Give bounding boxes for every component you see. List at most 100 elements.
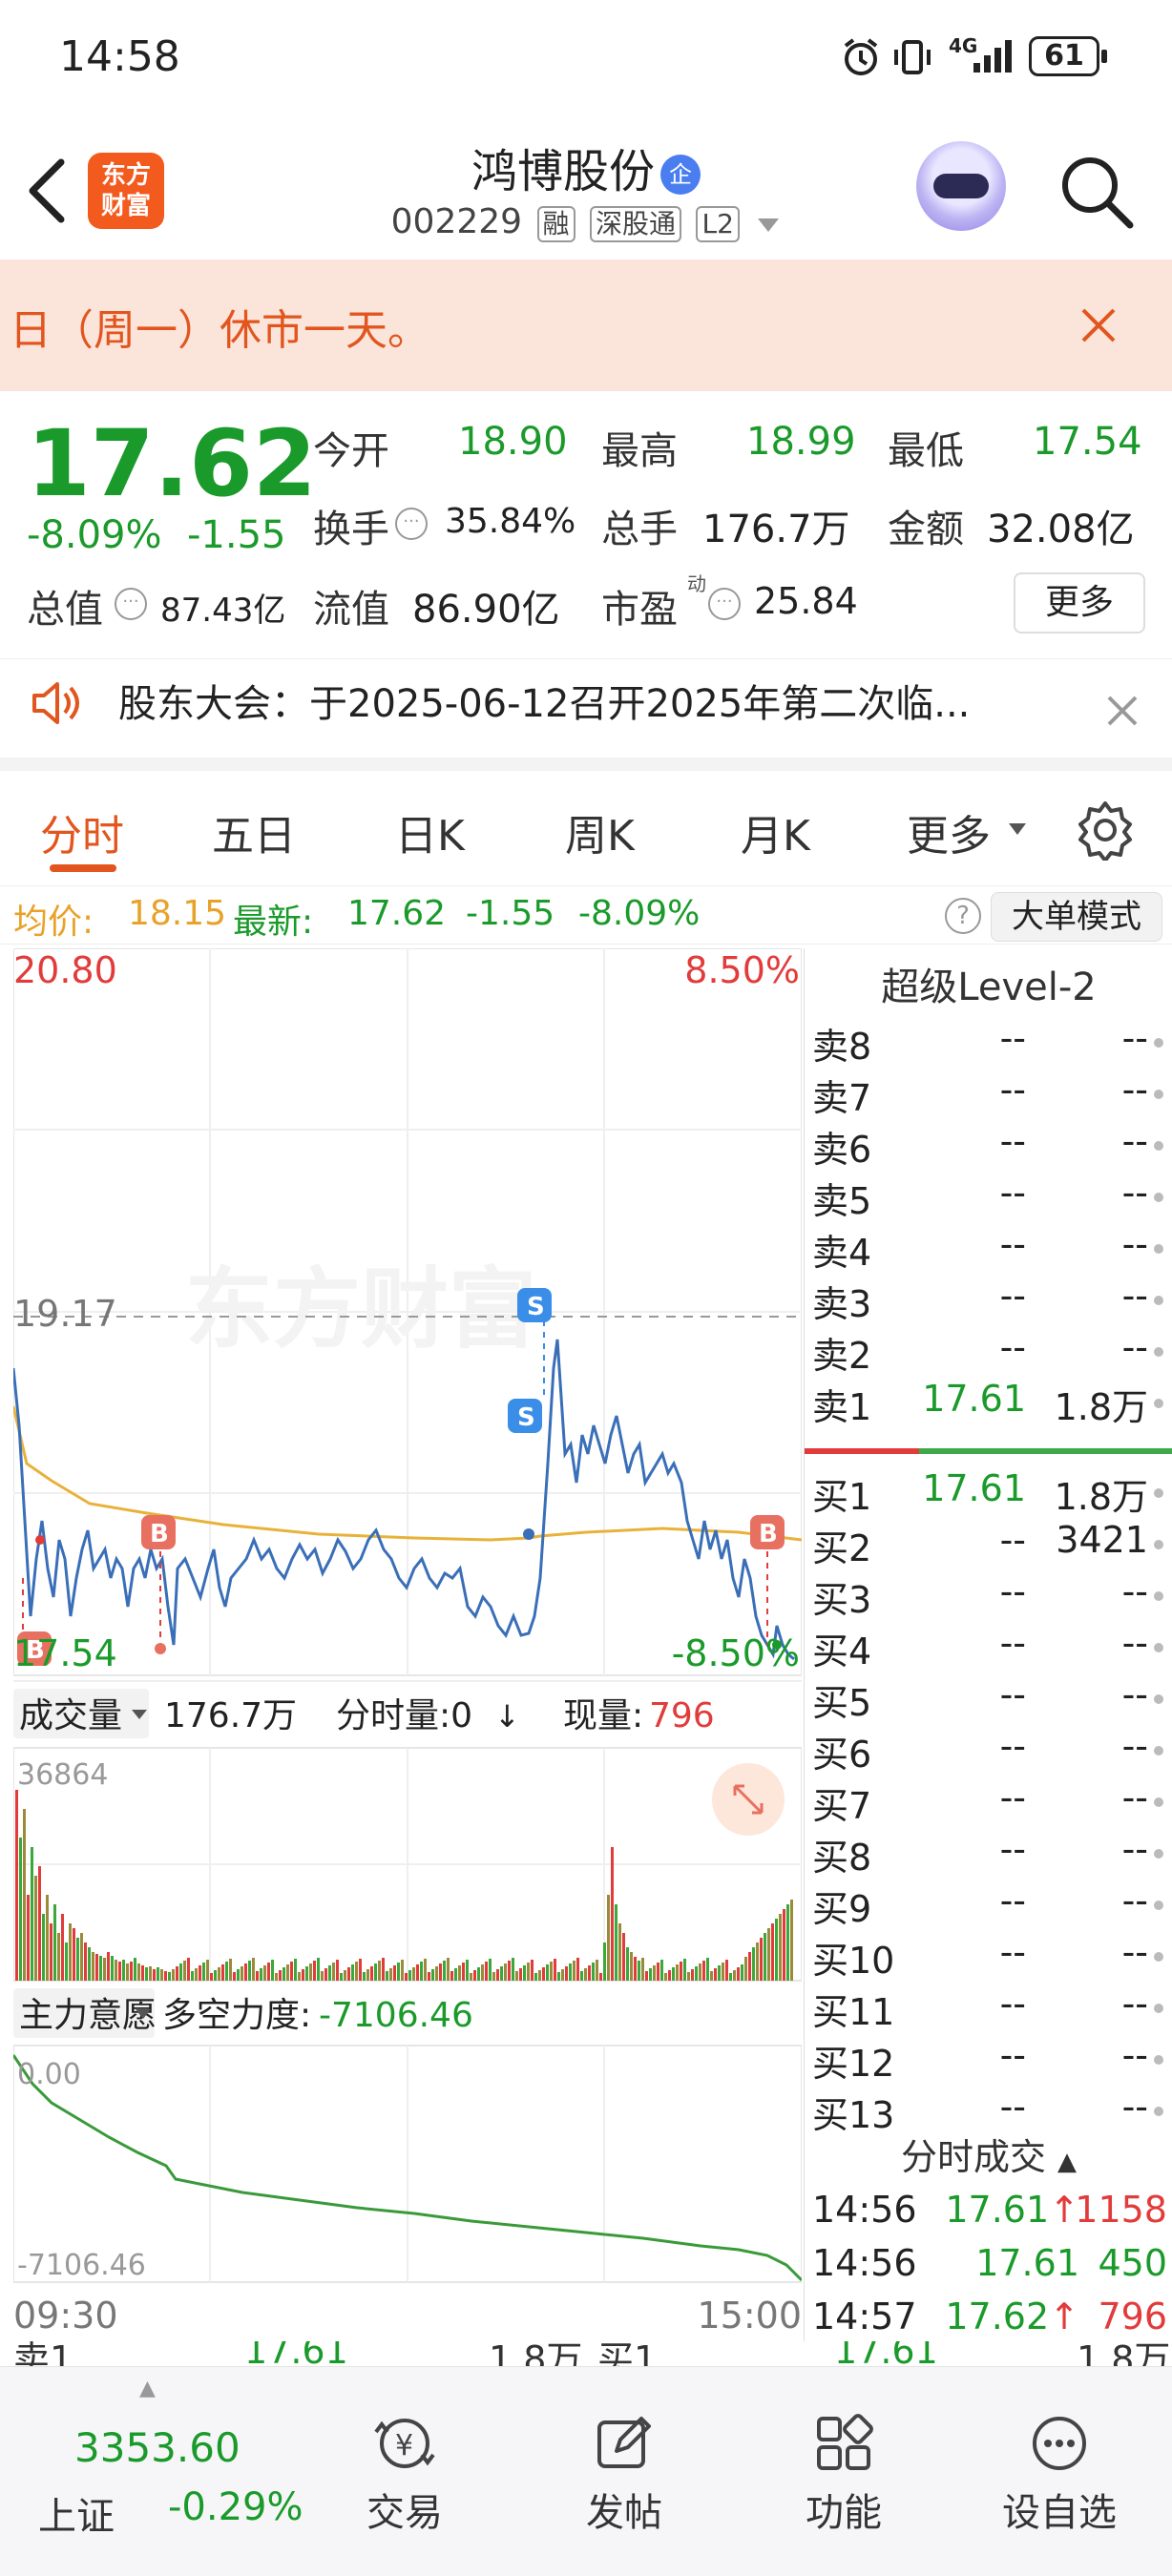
nav-post[interactable]: 发帖: [548, 2413, 701, 2537]
bid-volume: 3421: [1056, 1519, 1148, 1561]
volume-bar: [157, 1967, 159, 1981]
volume-bar: [321, 1971, 324, 1981]
volume-bar: [38, 1866, 41, 1981]
indicator-dot: [1154, 1090, 1163, 1099]
tab-five-day[interactable]: 五日: [212, 801, 296, 862]
volume-bar: [660, 1960, 663, 1981]
volume-bar: [286, 1964, 289, 1981]
volume-bar: [248, 1961, 251, 1981]
ask-volume: --: [1121, 1120, 1148, 1162]
indicator-dot: [1154, 2055, 1163, 2065]
nav-trade[interactable]: ¥ 交易: [328, 2413, 481, 2537]
order-book-panel[interactable]: 超级Level-2 卖8 -- -- 卖7 -- -- 卖6 -- -- 卖5 -- -- 卖4 -- --…: [804, 948, 1172, 2341]
intraday-chart-svg[interactable]: 东方财富 B B S S B 20.80 8.50% 19.17 17.54 -…: [13, 948, 802, 2341]
nav-add-watchlist[interactable]: 设自选: [983, 2413, 1136, 2537]
level2-title[interactable]: 超级Level-2: [805, 956, 1172, 1011]
volume-bar: [744, 1957, 747, 1981]
flow-selector[interactable]: 主力意愿: [19, 1996, 157, 2035]
volume-bar: [657, 1963, 659, 1981]
ticks-title[interactable]: 分时成交 ▲: [805, 2128, 1172, 2180]
dropdown-triangle-icon[interactable]: [1008, 822, 1027, 836]
info-icon[interactable]: ···: [708, 588, 741, 620]
volume-bar: [370, 1966, 373, 1981]
volume-bar: [435, 1966, 438, 1981]
volume-bar: [412, 1967, 415, 1981]
info-icon[interactable]: ···: [115, 588, 147, 620]
volume-bar: [546, 1964, 549, 1981]
holiday-notice-banner[interactable]: 日（周一）休市一天。: [0, 260, 1172, 391]
pe-superscript: 动: [687, 572, 706, 595]
bid-volume: --: [1121, 2086, 1148, 2128]
volume-bar: [195, 1968, 198, 1981]
volume-bar: [290, 1962, 293, 1981]
buy-marker-b3[interactable]: B: [750, 1515, 785, 1549]
volume-bar: [401, 1960, 404, 1981]
volume-bar: [485, 1962, 488, 1981]
tab-weekly-k[interactable]: 周K: [565, 801, 635, 862]
volume-bar: [477, 1967, 480, 1981]
volume-bar: [382, 1958, 385, 1981]
nav-functions[interactable]: 功能: [767, 2413, 920, 2537]
ask-bid-divider: [805, 1448, 919, 1454]
assistant-robot-avatar[interactable]: [916, 141, 1006, 231]
volume-bar: [233, 1972, 236, 1981]
volume-bar: [145, 1967, 148, 1981]
volume-bar: [466, 1960, 469, 1981]
buy-marker-b2[interactable]: B: [141, 1515, 176, 1549]
volume-bar: [153, 1969, 156, 1981]
volume-bar: [504, 1963, 507, 1981]
volume-bar: [737, 1967, 740, 1981]
volume-bar: [454, 1968, 457, 1981]
ask-bid-divider: [919, 1448, 1172, 1454]
volume-bar: [638, 1961, 640, 1981]
search-icon[interactable]: [1057, 153, 1136, 231]
volume-bar: [374, 1963, 377, 1981]
volume-bar: [355, 1962, 358, 1981]
big-order-mode-button[interactable]: 大单模式: [991, 892, 1162, 942]
volume-bar: [57, 1933, 60, 1981]
volume-bar: [683, 1959, 686, 1981]
tick-volume: 450: [1098, 2242, 1167, 2284]
announcement-bar[interactable]: 股东大会：于2025-06-12召开2025年第二次临...: [0, 658, 1172, 771]
chart-tabs: 分时 五日 日K 周K 月K 更多: [0, 771, 1172, 885]
bid-level-label: 买9: [812, 1888, 872, 1930]
ask-level-label: 卖5: [812, 1180, 872, 1222]
price-dot: [155, 1643, 166, 1654]
volume-bar: [722, 1963, 724, 1981]
volume-bar: [183, 1961, 186, 1981]
volume-bar: [172, 1969, 175, 1981]
last-price: 17.62: [27, 410, 317, 517]
tab-monthly-k[interactable]: 月K: [741, 801, 810, 862]
notice-text: 日（周一）休市一天。: [10, 306, 429, 355]
volume-bar: [214, 1970, 217, 1981]
indicator-dot: [1154, 1347, 1163, 1357]
volume-bar: [443, 1961, 446, 1981]
tag-margin: 融: [536, 206, 576, 242]
volume-bar: [668, 1970, 671, 1981]
help-icon[interactable]: ?: [945, 898, 981, 934]
settings-gear-icon[interactable]: [1075, 800, 1136, 861]
intraday-chart-area[interactable]: 东方财富 B B S S B 20.80 8.50% 19.17 17.54 -…: [13, 948, 802, 2341]
volume-bar: [27, 1895, 30, 1981]
indicator-dot: [1154, 1643, 1163, 1652]
tab-daily-k[interactable]: 日K: [395, 801, 465, 862]
bid-volume: --: [1121, 1880, 1148, 1922]
chevron-down-icon[interactable]: [756, 204, 781, 243]
low-label: 最低: [888, 429, 964, 473]
close-icon[interactable]: [1078, 305, 1119, 345]
latest-price-label: 最新:: [233, 903, 314, 942]
index-change: -0.29%: [168, 2485, 303, 2529]
volume-selector[interactable]: 成交量: [19, 1696, 122, 1735]
volume-bar: [500, 1966, 503, 1981]
more-quote-button[interactable]: 更多: [1014, 572, 1145, 634]
info-icon[interactable]: ···: [395, 508, 428, 540]
volume-bar: [710, 1971, 713, 1981]
close-icon[interactable]: [1105, 694, 1140, 728]
sell-marker-s2[interactable]: S: [508, 1399, 542, 1433]
volume-bar: [630, 1952, 633, 1981]
tab-intraday[interactable]: 分时: [40, 801, 124, 862]
change-pct: -8.09%: [27, 513, 162, 557]
index-widget[interactable]: ▲ 3353.60 上证 -0.29%: [0, 2367, 324, 2576]
sell-marker-s1[interactable]: S: [517, 1288, 552, 1322]
tab-more[interactable]: 更多: [907, 801, 991, 862]
